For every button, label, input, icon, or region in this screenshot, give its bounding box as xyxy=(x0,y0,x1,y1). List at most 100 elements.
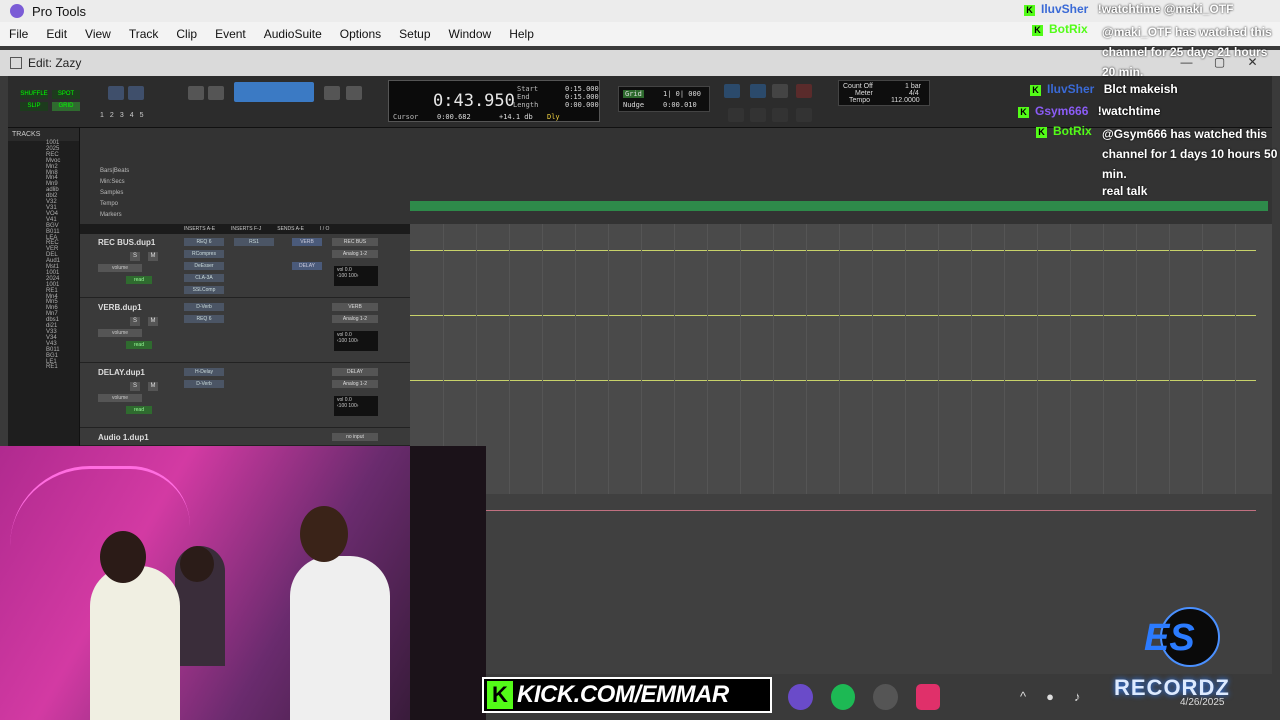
pan-left-value[interactable]: 100 xyxy=(339,403,347,409)
length-value[interactable]: 0:00.000 xyxy=(565,101,599,109)
insert-slot[interactable]: REQ 6 xyxy=(184,315,224,323)
menu-track[interactable]: Track xyxy=(120,27,168,41)
menu-view[interactable]: View xyxy=(76,27,120,41)
tiktok-taskbar-icon[interactable] xyxy=(915,684,940,710)
edit-tools-group[interactable] xyxy=(234,82,314,102)
spotify-taskbar-icon[interactable] xyxy=(830,684,855,710)
volume-pan-box[interactable]: vol 0.0 ‹100 100› xyxy=(334,396,378,416)
menu-edit[interactable]: Edit xyxy=(37,27,76,41)
automation-mode-selector[interactable]: read xyxy=(126,341,152,349)
spot-mode-button[interactable]: SPOT xyxy=(52,90,80,99)
menu-window[interactable]: Window xyxy=(440,27,501,41)
grid-label[interactable]: Grid xyxy=(623,90,644,98)
rewind-icon[interactable] xyxy=(750,108,766,122)
zoom-preset-5[interactable]: 5 xyxy=(140,112,144,119)
track-strip[interactable]: DELAY.dup1 S Mvolume read H-Delay D-Verb DELAY… xyxy=(80,364,410,428)
track-view-selector[interactable]: volume xyxy=(98,394,142,402)
track-name[interactable]: VERB.dup1 xyxy=(98,303,142,312)
zoom-preset-4[interactable]: 4 xyxy=(130,112,134,119)
io-input-selector[interactable]: REC BUS xyxy=(332,238,378,246)
nudge-label[interactable]: Nudge xyxy=(623,101,644,109)
chevron-up-icon[interactable]: ^ xyxy=(1020,689,1026,704)
grid-mode-button[interactable]: GRID xyxy=(52,102,80,111)
solo-button[interactable]: S xyxy=(130,252,140,261)
record-icon[interactable] xyxy=(796,84,812,98)
tracks-list-item[interactable]: RE1 xyxy=(46,364,79,371)
io-input-selector[interactable]: VERB xyxy=(332,303,378,311)
insert-slot[interactable]: H-Delay xyxy=(184,368,224,376)
slip-mode-button[interactable]: SLIP xyxy=(20,102,48,111)
io-output-selector[interactable]: Analog 1-2 xyxy=(332,250,378,258)
menu-setup[interactable]: Setup xyxy=(390,27,439,41)
pan-right-value[interactable]: 100 xyxy=(348,273,356,279)
solo-button[interactable]: S xyxy=(130,317,140,326)
io-input-selector[interactable]: no input xyxy=(332,433,378,441)
fast-forward-icon[interactable] xyxy=(772,108,788,122)
mute-button[interactable]: M xyxy=(148,317,158,326)
microphone-icon[interactable]: ♪ xyxy=(1074,689,1081,704)
zoom-preset-3[interactable]: 3 xyxy=(120,112,124,119)
automation-mode-selector[interactable]: read xyxy=(126,406,152,414)
go-to-end-icon[interactable] xyxy=(796,108,812,122)
track-strip[interactable]: VERB.dup1 S Mvolume read D-Verb REQ 6 VERB Anal… xyxy=(80,299,410,363)
magnifier-tool-icon[interactable] xyxy=(208,86,224,100)
pencil-tool-icon[interactable] xyxy=(346,86,362,100)
insert-slot[interactable]: D-Verb xyxy=(184,303,224,311)
insert-slot[interactable]: REQ 6 xyxy=(184,238,224,246)
insert-slot[interactable]: SSLComp xyxy=(184,286,224,294)
solo-button[interactable]: S xyxy=(130,382,140,391)
insert-slot[interactable]: DeEsser xyxy=(184,262,224,270)
pan-right-value[interactable]: 100 xyxy=(348,338,356,344)
pan-right-value[interactable]: 100 xyxy=(348,403,356,409)
pan-left-value[interactable]: 100 xyxy=(339,273,347,279)
pan-left-value[interactable]: 100 xyxy=(339,338,347,344)
nudge-value[interactable]: 0:00.010 xyxy=(663,101,697,109)
mute-button[interactable]: M xyxy=(148,382,158,391)
insert-slot-fj[interactable]: RS1 xyxy=(234,238,274,246)
io-input-selector[interactable]: DELAY xyxy=(332,368,378,376)
count-off-label[interactable]: Count Off xyxy=(843,83,873,90)
mute-button[interactable]: M xyxy=(148,252,158,261)
ruler-markers[interactable]: Markers xyxy=(80,212,1272,223)
count-off-bars[interactable]: 1 bar xyxy=(905,83,921,90)
track-view-selector[interactable]: volume xyxy=(98,264,142,272)
insert-slot[interactable]: CLA-3A xyxy=(184,274,224,282)
menu-help[interactable]: Help xyxy=(500,27,543,41)
network-icon[interactable]: ● xyxy=(1046,689,1054,704)
main-counter[interactable]: 0:43.950 Start 0:15.000 End 0:15.000 Len… xyxy=(388,80,600,122)
track-strip[interactable]: Audio 1.dup1 no input xyxy=(80,429,410,446)
insert-slot[interactable]: RCompres xyxy=(184,250,224,258)
stop-icon[interactable] xyxy=(750,84,766,98)
send-slot[interactable]: VERB xyxy=(292,238,322,246)
menu-options[interactable]: Options xyxy=(331,27,390,41)
track-view-selector[interactable]: volume xyxy=(98,329,142,337)
zoom-out-icon[interactable] xyxy=(108,86,124,100)
menu-file[interactable]: File xyxy=(0,27,37,41)
meter-signature[interactable]: 4/4 xyxy=(909,90,919,97)
send-slot[interactable]: DELAY xyxy=(292,262,322,270)
speaker-tool-icon[interactable] xyxy=(324,86,340,100)
automation-mode-selector[interactable]: read xyxy=(126,276,152,284)
track-name[interactable]: DELAY.dup1 xyxy=(98,368,145,377)
menu-event[interactable]: Event xyxy=(206,27,255,41)
track-name[interactable]: Audio 1.dup1 xyxy=(98,433,149,442)
automation-line[interactable] xyxy=(410,315,1256,316)
loop-icon[interactable] xyxy=(772,84,788,98)
zoomer-tool-icon[interactable] xyxy=(188,86,204,100)
grid-value[interactable]: 1| 0| 000 xyxy=(663,90,701,98)
automation-line[interactable] xyxy=(410,380,1256,381)
obs-taskbar-icon[interactable] xyxy=(873,684,898,710)
delay-comp-label[interactable]: Dly xyxy=(547,113,560,121)
automation-line[interactable] xyxy=(410,250,1256,251)
pro-tools-taskbar-icon[interactable] xyxy=(788,684,813,710)
zoom-in-icon[interactable] xyxy=(128,86,144,100)
insert-slot[interactable]: D-Verb xyxy=(184,380,224,388)
menu-audiosuite[interactable]: AudioSuite xyxy=(255,27,331,41)
io-output-selector[interactable]: Analog 1-2 xyxy=(332,380,378,388)
io-output-selector[interactable]: Analog 1-2 xyxy=(332,315,378,323)
tempo-value[interactable]: 112.0000 xyxy=(891,97,920,104)
volume-pan-box[interactable]: vol 0.0 ‹100 100› xyxy=(334,266,378,286)
return-to-zero-icon[interactable] xyxy=(728,108,744,122)
zoom-preset-2[interactable]: 2 xyxy=(110,112,114,119)
track-strip[interactable]: REC BUS.dup1 S Mvolume read REQ 6 RCompres DeE… xyxy=(80,234,410,298)
